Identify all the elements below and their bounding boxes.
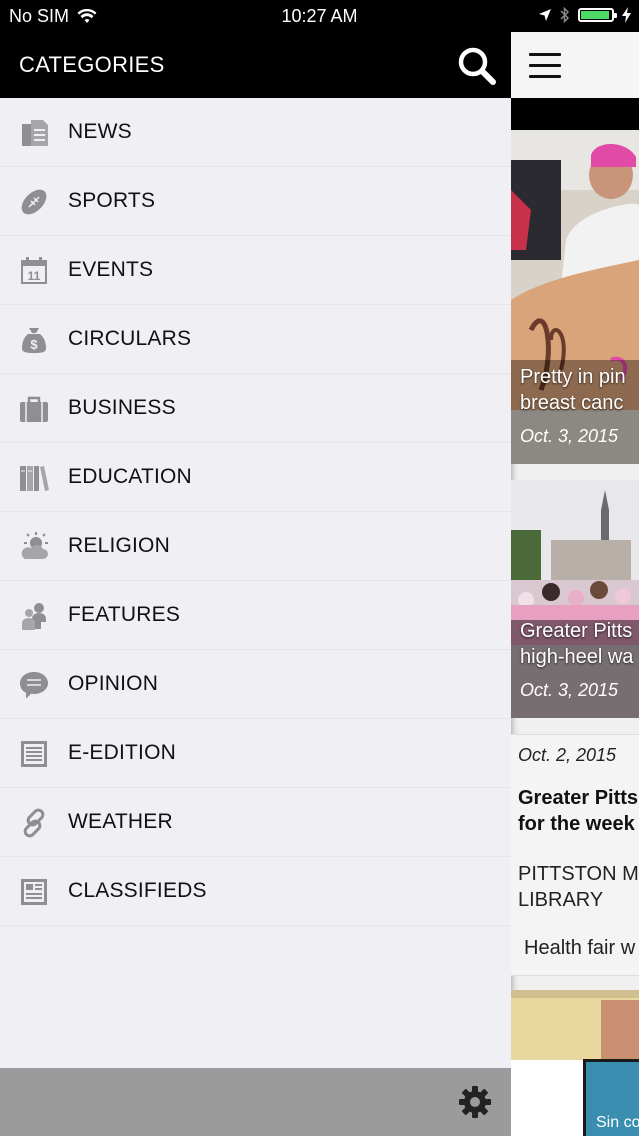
status-right [538,6,631,24]
drawer-footer [0,1068,511,1136]
search-button[interactable] [457,46,497,86]
gear-icon [459,1086,491,1118]
category-label: CIRCULARS [68,327,192,350]
content-navbar [511,32,639,98]
advertisement-thumbnail[interactable]: Sin co [583,1059,639,1136]
category-e-edition[interactable]: E-EDITION [0,719,511,788]
bluetooth-icon [560,6,570,24]
ad-text: Sin co [596,1114,639,1131]
money-bag-icon: $ [22,328,46,353]
document-icon [21,741,47,767]
search-icon [458,47,496,85]
story-excerpt: Health fair w [524,937,636,959]
category-weather[interactable]: WEATHER [0,788,511,857]
location-arrow-icon [539,9,551,21]
battery-icon [578,8,617,22]
category-label: RELIGION [68,534,170,557]
category-label: EVENTS [68,258,154,281]
story-location: PITTSTON M LIBRARY [518,861,639,913]
content-header-strip [511,98,639,130]
category-label: BUSINESS [68,396,176,419]
books-icon [20,466,49,491]
category-religion[interactable]: RELIGION [0,512,511,581]
category-label: FEATURES [68,603,181,626]
svg-text:$: $ [30,337,38,352]
briefcase-icon [20,396,48,422]
story-card[interactable]: Pretty in pin breast canc Oct. 3, 2015 [511,130,639,464]
story-title-line: for the week [518,813,635,835]
category-features[interactable]: FEATURES [0,581,511,650]
category-education[interactable]: EDUCATION [0,443,511,512]
category-news[interactable]: NEWS [0,98,511,167]
category-label: CLASSIFIEDS [68,879,207,902]
story-title-line: breast canc [520,392,624,414]
category-label: E-EDITION [68,741,176,764]
story-location-line: PITTSTON M [518,863,639,885]
story-card[interactable]: Oct. 2, 2015 Greater Pitts for the week … [511,734,639,976]
menu-toggle-button[interactable] [529,53,561,78]
category-events[interactable]: 11 EVENTS [0,236,511,305]
category-sports[interactable]: SPORTS [0,167,511,236]
settings-button[interactable] [457,1084,493,1120]
category-business[interactable]: BUSINESS [0,374,511,443]
story-title-line: Pretty in pin [520,366,626,388]
category-opinion[interactable]: OPINION [0,650,511,719]
people-icon [22,603,46,630]
story-title-line: Greater Pitts [518,787,639,809]
classified-icon [21,879,47,905]
drawer-header: CATEGORIES [0,32,511,98]
newspaper-icon [22,120,48,146]
story-photo [511,990,639,1060]
category-label: SPORTS [68,189,156,212]
category-classifieds[interactable]: CLASSIFIEDS [0,857,511,926]
football-icon [21,189,47,215]
main-content: Pretty in pin breast canc Oct. 3, 2015 G… [511,32,639,1136]
story-date: Oct. 2, 2015 [518,745,617,765]
category-label: EDUCATION [68,465,192,488]
story-title: Greater Pitts for the week [518,785,638,837]
category-label: WEATHER [68,810,173,833]
status-bar: No SIM 10:27 AM [0,0,639,32]
story-card[interactable]: Greater Pitts high-heel wa Oct. 3, 2015 [511,480,639,718]
story-title-line: high-heel wa [520,646,634,668]
story-date: Oct. 3, 2015 [520,426,619,446]
categories-drawer: CATEGORIES NEWS SPORTS 11 EVENTS $ CIRCU… [0,32,511,1136]
story-title-line: Greater Pitts [520,620,633,642]
category-circulars[interactable]: $ CIRCULARS [0,305,511,374]
category-label: NEWS [68,120,132,143]
story-date: Oct. 3, 2015 [520,680,619,700]
calendar-icon: 11 [21,257,47,284]
category-list: NEWS SPORTS 11 EVENTS $ CIRCULARS BUSINE… [0,98,511,926]
category-label: OPINION [68,672,159,695]
svg-text:11: 11 [28,269,41,283]
charging-bolt-icon [622,7,631,23]
story-location-line: LIBRARY [518,889,604,911]
sun-cloud-icon [21,532,48,559]
speech-bubble-icon [20,672,48,699]
link-icon [23,808,45,838]
drawer-title: CATEGORIES [19,52,165,77]
